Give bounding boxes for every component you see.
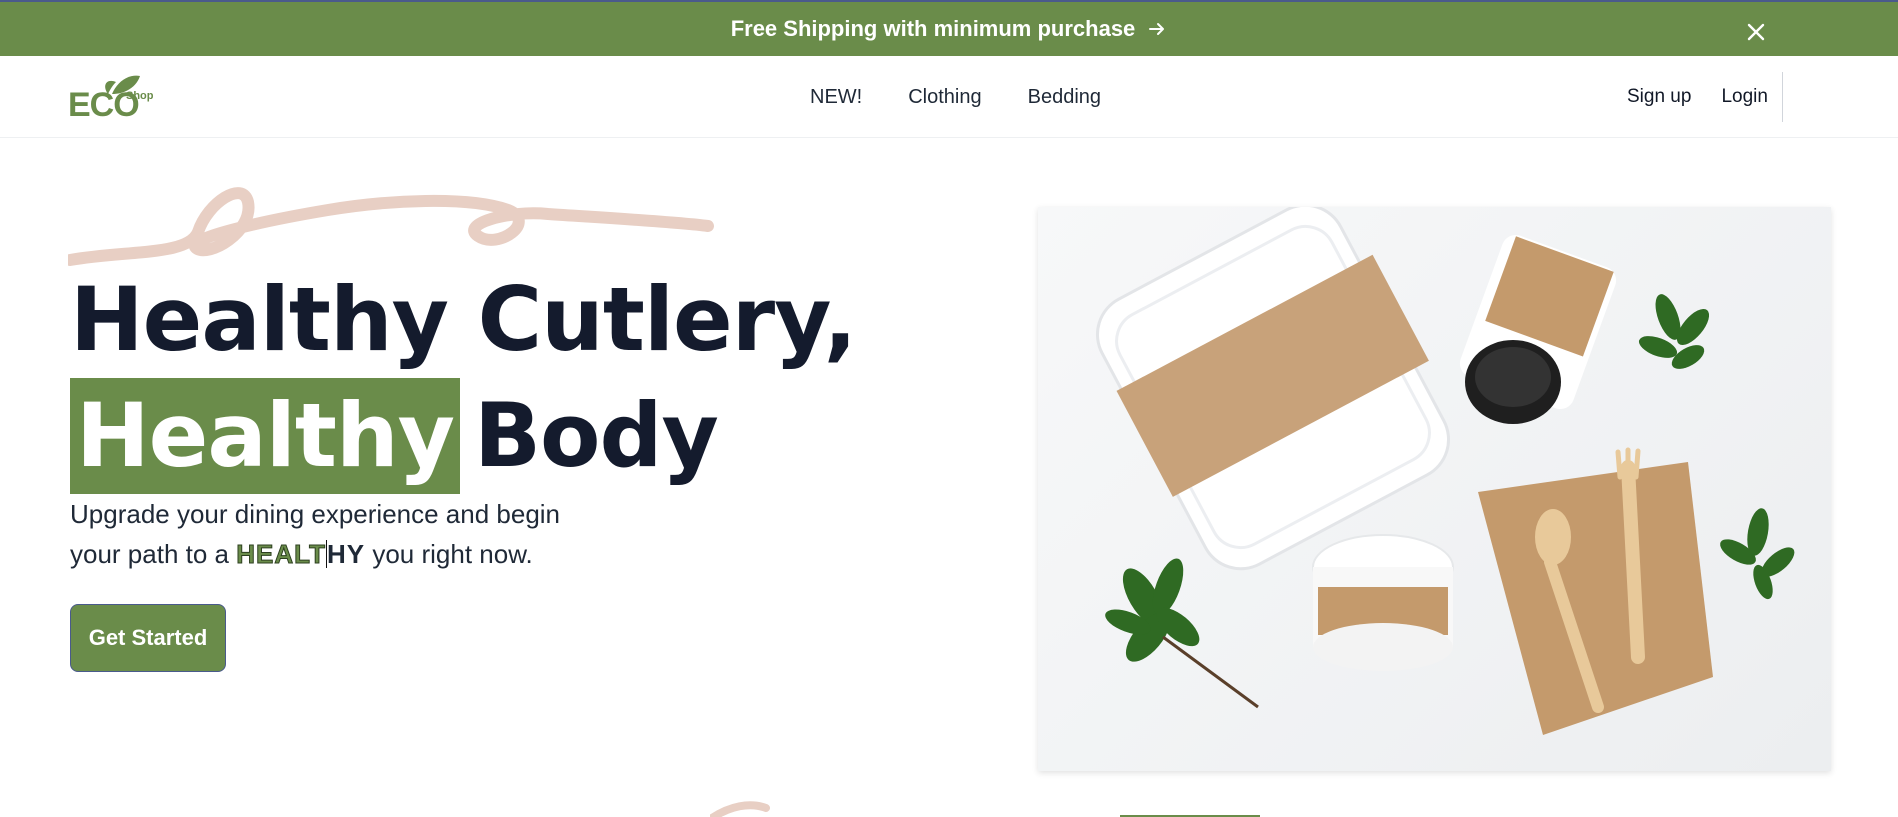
banner-message: Free Shipping with minimum purchase	[730, 16, 1136, 41]
login-link[interactable]: Login	[1721, 86, 1768, 108]
announcement-banner: Free Shipping with minimum purchase	[0, 0, 1898, 56]
coffee-cup-illustration	[1459, 234, 1617, 424]
get-started-button[interactable]: Get Started	[70, 604, 226, 672]
signup-link[interactable]: Sign up	[1627, 86, 1691, 108]
auth-links: Sign up Login	[1627, 86, 1768, 108]
headline-rest: Body	[473, 384, 719, 487]
subtitle-emphasis: HEALTHY	[236, 539, 366, 570]
main-nav: NEW! Clothing Bedding	[810, 86, 1101, 109]
nav-item-bedding[interactable]: Bedding	[1028, 86, 1101, 109]
site-header: ECO Shop NEW! Clothing Bedding Sign up L…	[0, 56, 1898, 138]
nav-item-new[interactable]: NEW!	[810, 86, 862, 109]
logo-suffix: Shop	[126, 90, 154, 102]
nav-item-clothing[interactable]: Clothing	[908, 86, 981, 109]
hero-subtitle: Upgrade your dining experience and begin…	[70, 494, 590, 574]
subtitle-after: you right now.	[372, 539, 533, 569]
banner-link[interactable]: Free Shipping with minimum purchase	[731, 16, 1168, 42]
subtitle-emphasis-green: HEALT	[236, 539, 326, 570]
arrow-right-icon	[1147, 19, 1167, 39]
bowl-illustration	[1312, 534, 1454, 671]
subtitle-emphasis-dark: HY	[326, 539, 366, 569]
decorative-swoosh-bottom	[710, 801, 770, 817]
headline-line-1: Healthy Cutlery,	[70, 268, 857, 371]
hero-product-image	[1038, 207, 1831, 771]
hero-headline: Healthy Cutlery, Healthy Body	[70, 262, 857, 494]
headline-highlight: Healthy	[70, 378, 460, 494]
header-divider	[1782, 72, 1783, 122]
headline-line-2: Healthy Body	[70, 378, 856, 494]
food-container-illustration	[1095, 207, 1451, 571]
close-icon[interactable]	[1744, 20, 1768, 44]
napkin-illustration	[1478, 447, 1713, 735]
logo[interactable]: ECO Shop	[68, 72, 158, 124]
